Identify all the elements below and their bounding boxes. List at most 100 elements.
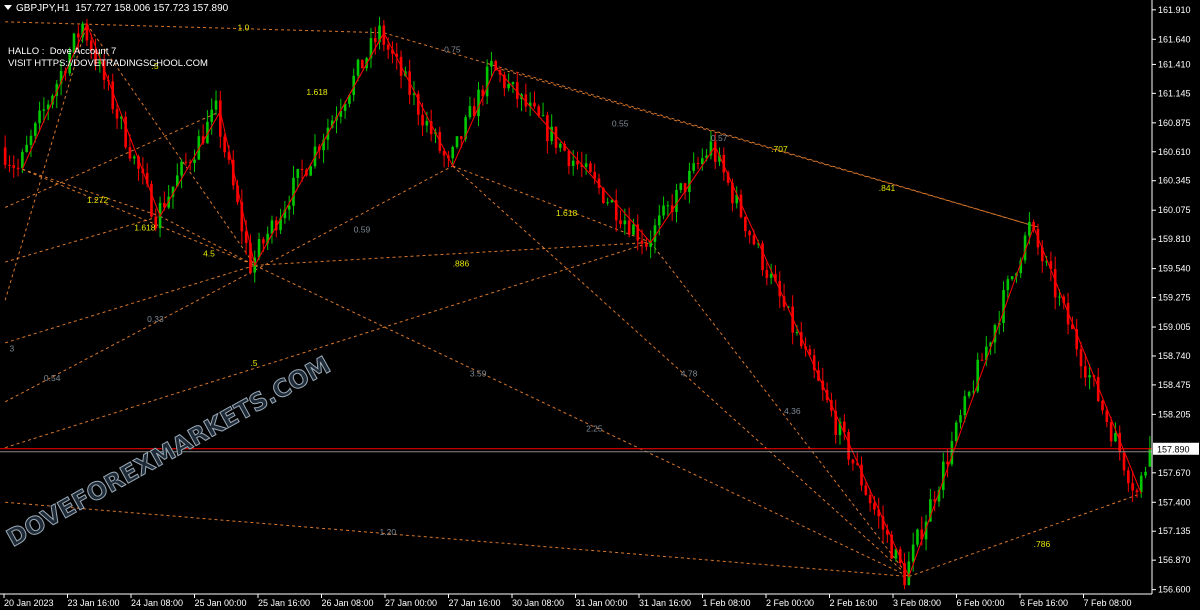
candle-body — [1139, 475, 1143, 493]
candle-body — [115, 109, 119, 119]
fib-line — [908, 493, 1142, 578]
candle-body — [1122, 452, 1126, 471]
candle-body — [296, 169, 300, 178]
y-tick-label: 160.345 — [1158, 176, 1191, 186]
candle-body — [623, 220, 627, 225]
candle-body — [460, 136, 463, 139]
candle-body — [688, 170, 691, 193]
symbol-header[interactable]: GBPJPY,H1 157.727 158.006 157.723 157.89… — [4, 3, 228, 14]
candle-body — [1109, 422, 1113, 442]
candle-body — [1010, 276, 1014, 280]
candle-body — [1079, 349, 1083, 367]
candle-body — [219, 100, 222, 137]
candle-body — [193, 159, 196, 163]
candle-body — [632, 224, 635, 235]
candle-body — [640, 240, 644, 244]
fib-label: 4.5 — [203, 249, 215, 259]
candle-body — [477, 89, 480, 117]
candle-body — [679, 183, 683, 190]
candle-body — [490, 61, 493, 67]
candle-body — [868, 494, 872, 504]
candle-body — [980, 359, 984, 361]
x-tick-label: 6 Feb 00:00 — [957, 598, 1005, 608]
y-tick-label: 157.135 — [1158, 526, 1191, 536]
x-tick-label: 26 Jan 08:00 — [322, 598, 374, 608]
candle-body — [1127, 470, 1130, 484]
candle-body — [485, 66, 489, 97]
candle-body — [610, 200, 614, 203]
x-tick-label: 23 Jan 16:00 — [68, 598, 120, 608]
candle-body — [963, 396, 967, 416]
candle-body — [550, 126, 553, 141]
candle-body — [214, 100, 218, 110]
x-tick-label: 24 Jan 08:00 — [131, 598, 183, 608]
fibonacci-lines — [4, 21, 1142, 578]
candle-body — [941, 461, 945, 491]
zigzag-line — [21, 22, 1142, 578]
candle-body — [16, 167, 20, 169]
candle-body — [386, 44, 390, 50]
dropdown-triangle-icon[interactable] — [4, 5, 12, 10]
candle-body — [361, 59, 364, 69]
candle-body — [795, 332, 799, 334]
candle-body — [627, 220, 631, 235]
candle-body — [1101, 400, 1104, 411]
candle-body — [124, 116, 127, 148]
candle-body — [210, 109, 214, 122]
candle-body — [666, 205, 670, 207]
candle-body — [421, 114, 424, 126]
fib-label: 0.55 — [612, 119, 629, 129]
candle-body — [184, 161, 188, 163]
candle-body — [619, 220, 622, 225]
x-tick-label: 25 Jan 16:00 — [258, 598, 310, 608]
y-tick-label: 157.670 — [1158, 468, 1191, 478]
x-tick-label: 31 Jan 16:00 — [639, 598, 691, 608]
candle-body — [769, 274, 773, 278]
y-tick-label: 161.910 — [1158, 5, 1191, 15]
candle-body — [662, 205, 665, 216]
fib-label: 0.54 — [44, 373, 61, 383]
candle-body — [645, 243, 648, 247]
candle-body — [1088, 375, 1091, 378]
y-tick-label: 159.275 — [1158, 293, 1191, 303]
y-tick-label: 161.145 — [1158, 88, 1191, 98]
candle-body — [128, 147, 132, 159]
candle-body — [873, 503, 876, 510]
y-tick-label: 158.205 — [1158, 409, 1191, 419]
fib-line — [452, 165, 651, 243]
candle-body — [584, 163, 588, 167]
candle-body — [300, 169, 304, 171]
candle-body — [77, 33, 80, 38]
candle-body — [3, 147, 7, 165]
candle-body — [1028, 221, 1031, 236]
candle-body — [287, 205, 291, 210]
candle-body — [967, 391, 971, 397]
candles — [3, 16, 1152, 590]
y-tick-label: 156.870 — [1158, 555, 1191, 565]
candle-body — [589, 163, 592, 173]
candle-body — [1114, 433, 1117, 442]
fib-line — [495, 67, 1039, 228]
fib-label: 0.57 — [711, 133, 728, 143]
fib-label: .886 — [453, 258, 470, 268]
candle-body — [1144, 471, 1147, 476]
candle-body — [223, 136, 226, 153]
x-tick-label: 31 Jan 00:00 — [576, 598, 628, 608]
candle-body — [744, 216, 747, 232]
fib-label: 0.59 — [354, 225, 371, 235]
candle-body — [356, 59, 360, 76]
fib-line — [22, 168, 255, 266]
y-tick-label: 159.810 — [1158, 234, 1191, 244]
candle-body — [468, 106, 472, 118]
x-tick-label: 27 Jan 00:00 — [385, 598, 437, 608]
y-tick-label: 160.610 — [1158, 147, 1191, 157]
fib-label: 1.618 — [556, 208, 578, 218]
candle-body — [752, 235, 756, 245]
candle-body — [1131, 483, 1134, 491]
y-tick-label: 158.475 — [1158, 380, 1191, 390]
x-tick-label: 2 Feb 00:00 — [766, 598, 814, 608]
candle-body — [571, 160, 575, 166]
candle-body — [851, 459, 855, 464]
price-chart[interactable]: 1.0 .5 1.618 0.75 0.55 0.57 .707 .841 1.272 1.618… — [0, 0, 1200, 610]
y-tick-label: 160.075 — [1158, 205, 1191, 215]
